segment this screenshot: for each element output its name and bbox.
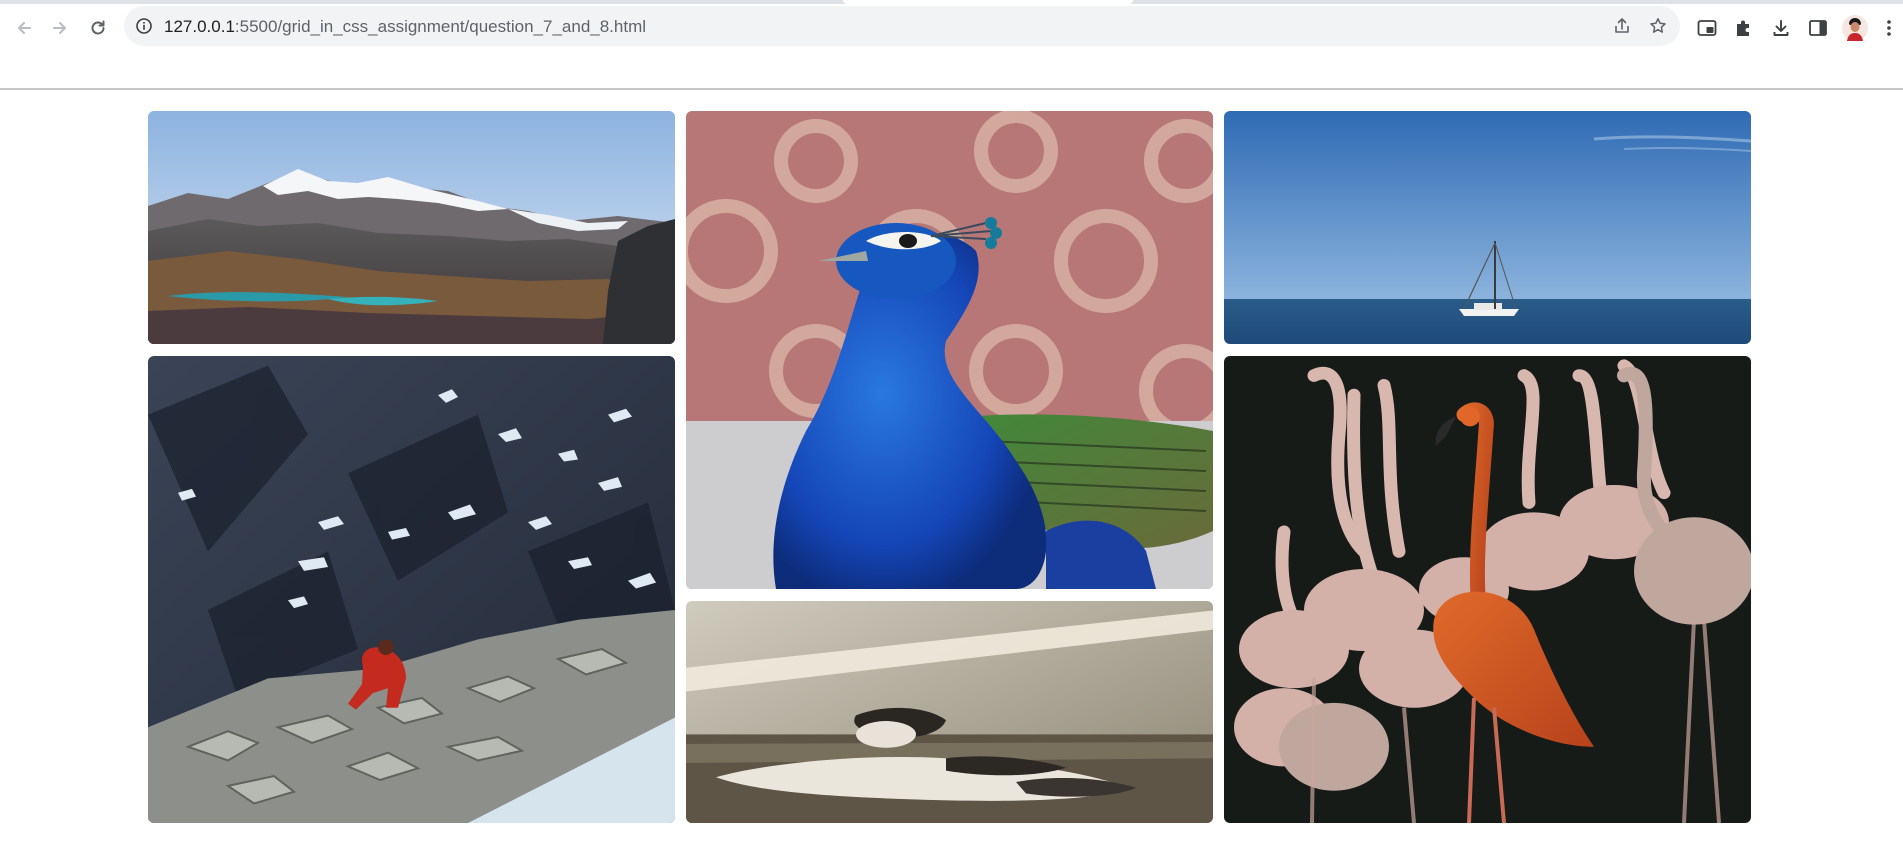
bookmark-star-icon[interactable] xyxy=(1646,14,1670,38)
url-path: :5500/grid_in_css_assignment/question_7_… xyxy=(234,17,647,36)
url-host: 127.0.0.1 xyxy=(164,17,235,36)
profile-avatar[interactable] xyxy=(1842,15,1868,41)
reload-icon[interactable] xyxy=(82,12,114,44)
address-bar[interactable]: 127.0.0.1:5500/grid_in_css_assignment/qu… xyxy=(124,6,1680,46)
picture-in-picture-icon[interactable] xyxy=(1694,15,1720,41)
flamingos-photo xyxy=(1224,356,1751,823)
sleeping-cat-photo xyxy=(686,601,1213,823)
back-icon[interactable] xyxy=(8,12,40,44)
toolbar-divider xyxy=(0,88,1903,90)
forward-icon[interactable] xyxy=(44,12,76,44)
extensions-icon[interactable] xyxy=(1731,15,1757,41)
image-grid xyxy=(148,111,1751,835)
url-text[interactable]: 127.0.0.1:5500/grid_in_css_assignment/qu… xyxy=(164,17,646,37)
download-icon[interactable] xyxy=(1768,15,1794,41)
site-info-icon[interactable] xyxy=(134,16,154,36)
share-icon[interactable] xyxy=(1610,14,1634,38)
browser-toolbar: 127.0.0.1:5500/grid_in_css_assignment/qu… xyxy=(0,4,1903,52)
menu-icon[interactable] xyxy=(1879,15,1899,41)
mountain-lake-photo xyxy=(148,111,675,344)
sailboat-photo xyxy=(1224,111,1751,344)
rock-climber-photo xyxy=(148,356,675,823)
peacock-photo xyxy=(686,111,1213,589)
side-panel-icon[interactable] xyxy=(1805,15,1831,41)
